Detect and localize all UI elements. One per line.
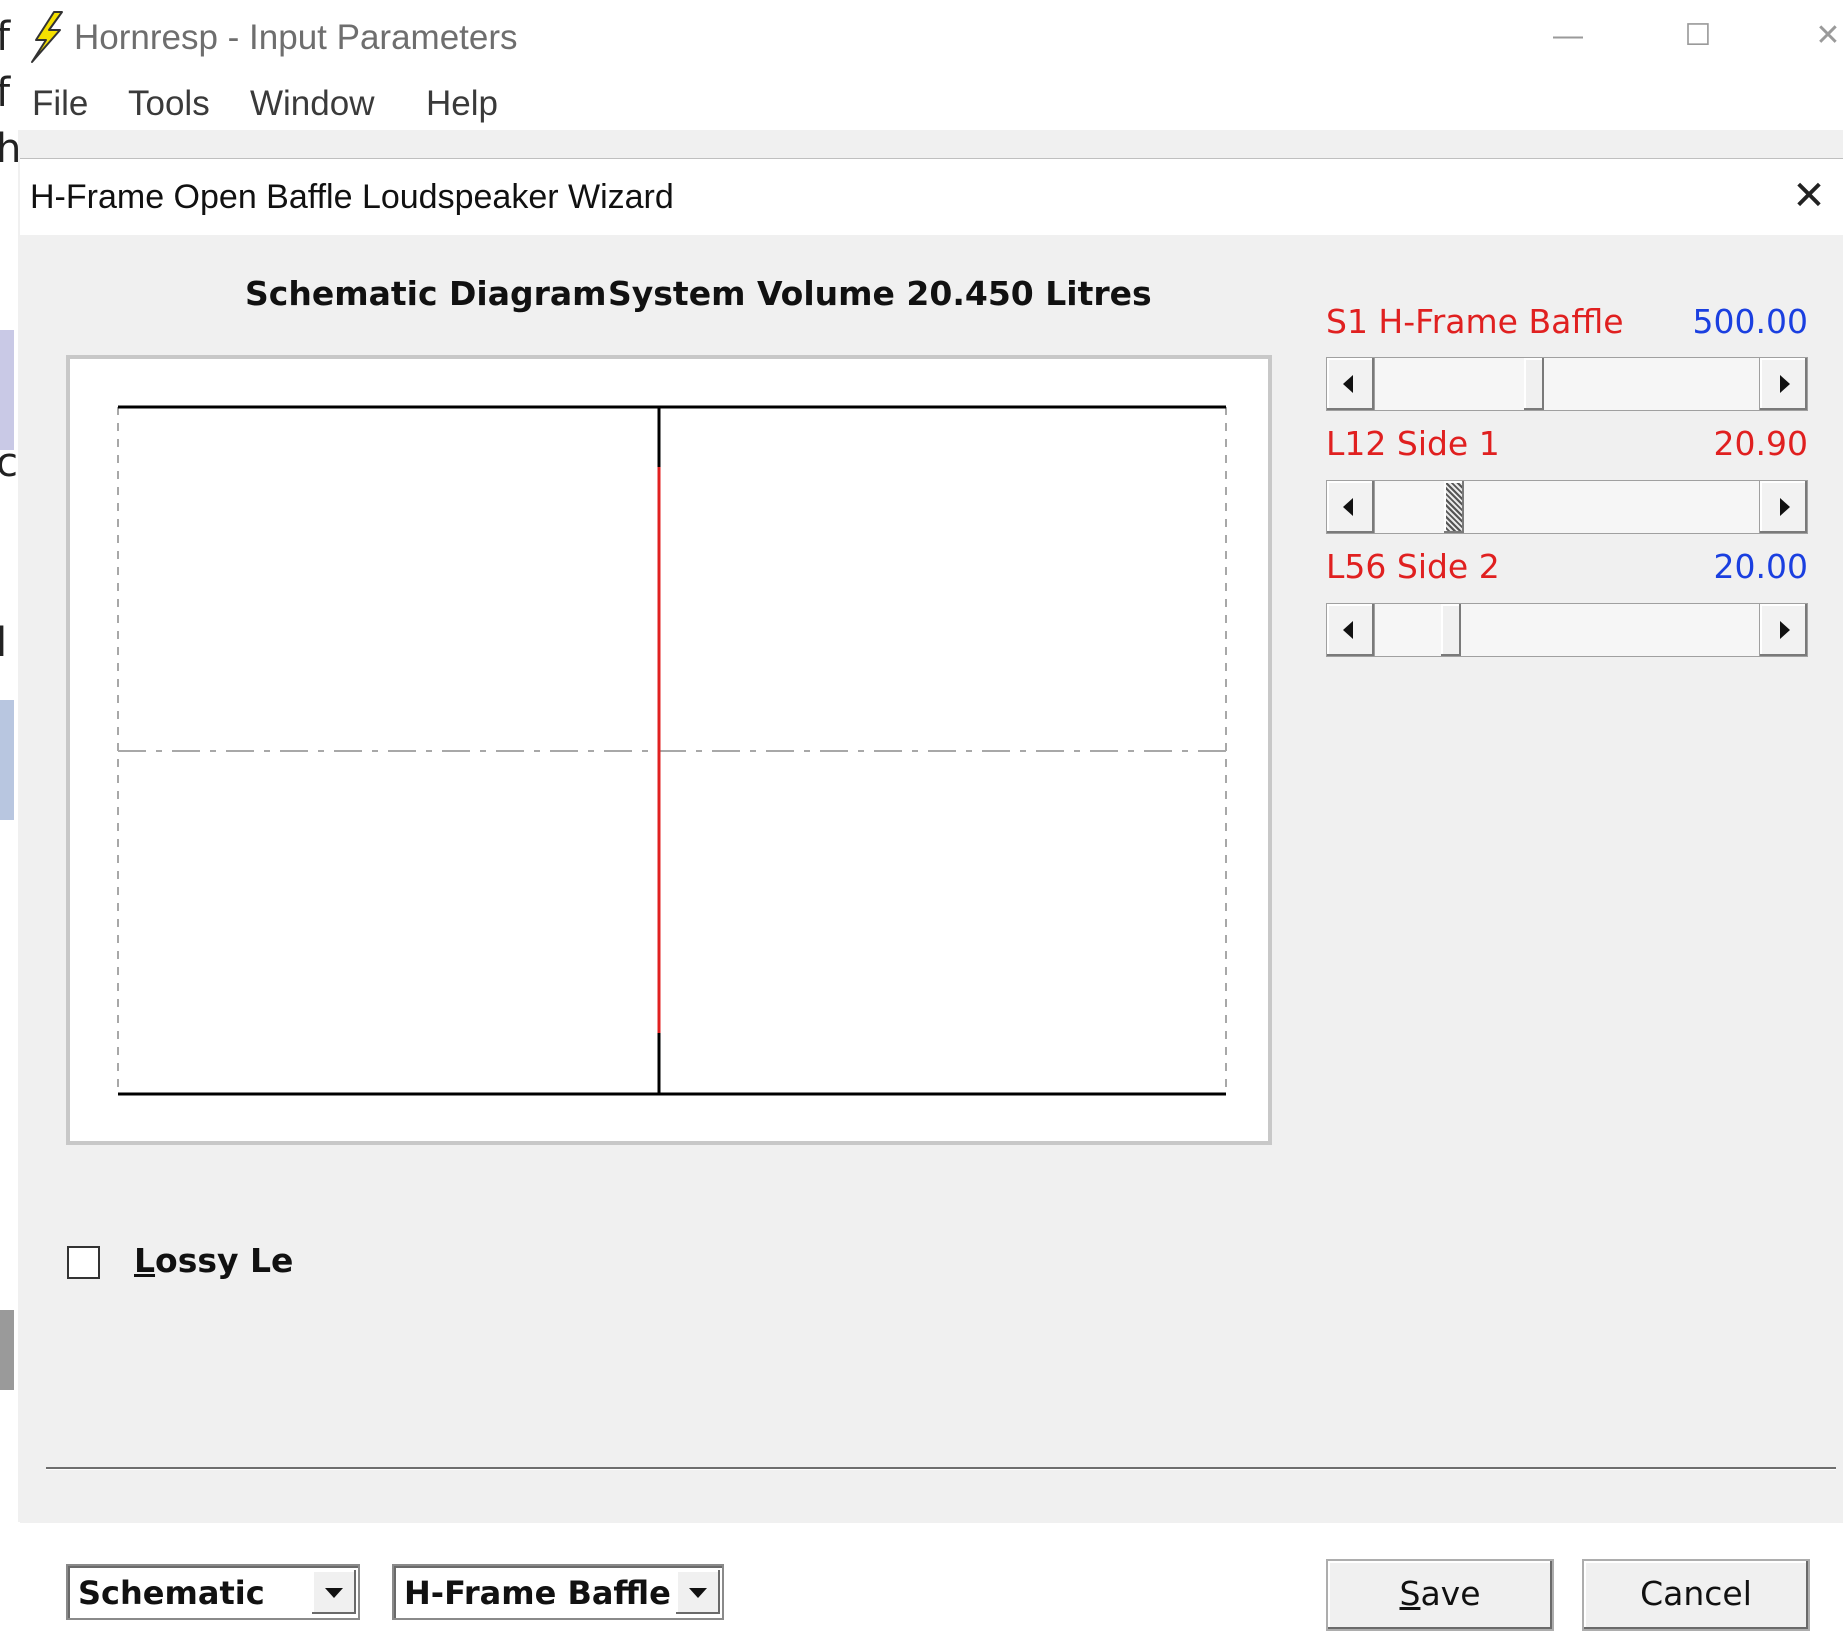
slider-l56[interactable] [1326, 603, 1808, 657]
background-letter: l [0, 620, 8, 666]
slider-s1-right-button[interactable] [1759, 358, 1807, 410]
arrow-right-icon [1780, 498, 1790, 516]
background-bar [0, 1310, 14, 1390]
background-letter: f [0, 70, 11, 116]
slider-label-l12: L12 Side 1 [1326, 424, 1500, 463]
wizard-dialog: H-Frame Open Baffle Loudspeaker Wizard ✕… [20, 158, 1843, 1631]
type-select[interactable]: H-Frame Baffle [392, 1564, 724, 1620]
arrow-left-icon [1343, 375, 1353, 393]
slider-l12-left-button[interactable] [1327, 481, 1375, 533]
main-window: Hornresp - Input Parameters — ☐ ✕ File T… [18, 0, 1843, 1631]
slider-l56-thumb[interactable] [1441, 604, 1461, 656]
type-select-dropdown-button[interactable] [676, 1570, 720, 1614]
slider-l12-track[interactable] [1375, 481, 1759, 533]
cancel-button[interactable]: Cancel [1582, 1559, 1810, 1631]
slider-value-s1: 500.00 [1692, 302, 1808, 341]
minimize-button[interactable]: — [1538, 14, 1598, 58]
save-button[interactable]: Save [1326, 1559, 1554, 1631]
background-window-edge: f f h c l [0, 0, 18, 1522]
chevron-down-icon [689, 1588, 707, 1598]
dialog-titlebar[interactable]: H-Frame Open Baffle Loudspeaker Wizard ✕ [20, 159, 1843, 235]
dialog-title: H-Frame Open Baffle Loudspeaker Wizard [30, 178, 674, 216]
slider-l56-left-button[interactable] [1327, 604, 1375, 656]
menu-file[interactable]: File [32, 84, 88, 124]
schematic-diagram [66, 355, 1272, 1145]
arrow-left-icon [1343, 621, 1353, 639]
background-letter: f [0, 14, 11, 60]
lossy-le-label[interactable]: Lossy Le [134, 1241, 293, 1280]
slider-l12-thumb[interactable] [1444, 481, 1464, 533]
slider-s1-thumb[interactable] [1524, 358, 1544, 410]
background-bar [0, 700, 14, 820]
menu-window[interactable]: Window [250, 84, 374, 124]
slider-l56-right-button[interactable] [1759, 604, 1807, 656]
slider-label-s1: S1 H-Frame Baffle [1326, 302, 1624, 341]
slider-s1-track[interactable] [1375, 358, 1759, 410]
slider-label-l56: L56 Side 2 [1326, 547, 1500, 586]
slider-s1-left-button[interactable] [1327, 358, 1375, 410]
slider-value-l12: 20.90 [1713, 424, 1808, 463]
arrow-right-icon [1780, 621, 1790, 639]
background-letter: h [0, 126, 18, 172]
chevron-down-icon [325, 1588, 343, 1598]
view-select-value: Schematic [78, 1574, 265, 1612]
view-select-dropdown-button[interactable] [312, 1570, 356, 1614]
save-text: ave [1420, 1574, 1481, 1613]
lightning-bolt-icon [31, 11, 63, 63]
slider-value-l56: 20.00 [1713, 547, 1808, 586]
slider-s1[interactable] [1326, 357, 1808, 411]
system-volume-heading: System Volume 20.450 Litres [608, 274, 1152, 313]
slider-l12[interactable] [1326, 480, 1808, 534]
save-mnemonic: S [1399, 1574, 1421, 1613]
separator [46, 1467, 1836, 1470]
type-select-value: H-Frame Baffle [404, 1574, 671, 1612]
arrow-right-icon [1780, 375, 1790, 393]
app-title: Hornresp - Input Parameters [74, 18, 518, 57]
arrow-left-icon [1343, 498, 1353, 516]
app-close-button[interactable]: ✕ [1798, 14, 1843, 58]
lossy-le-checkbox[interactable] [67, 1246, 100, 1279]
menu-tools[interactable]: Tools [128, 84, 210, 124]
app-titlebar[interactable]: Hornresp - Input Parameters — ☐ ✕ [18, 0, 1843, 80]
background-bar [0, 330, 14, 450]
lossy-le-mnemonic: L [134, 1241, 156, 1280]
lossy-le-text: ossy Le [155, 1241, 294, 1280]
maximize-button[interactable]: ☐ [1668, 14, 1728, 58]
menu-bar: File Tools Window Help [18, 80, 1843, 130]
slider-l56-track[interactable] [1375, 604, 1759, 656]
view-select[interactable]: Schematic [66, 1564, 360, 1620]
schematic-heading: Schematic Diagram [245, 274, 607, 313]
slider-l12-right-button[interactable] [1759, 481, 1807, 533]
dialog-close-button[interactable]: ✕ [1784, 171, 1834, 221]
menu-help[interactable]: Help [426, 84, 498, 124]
schematic-drawing [117, 405, 1227, 1096]
